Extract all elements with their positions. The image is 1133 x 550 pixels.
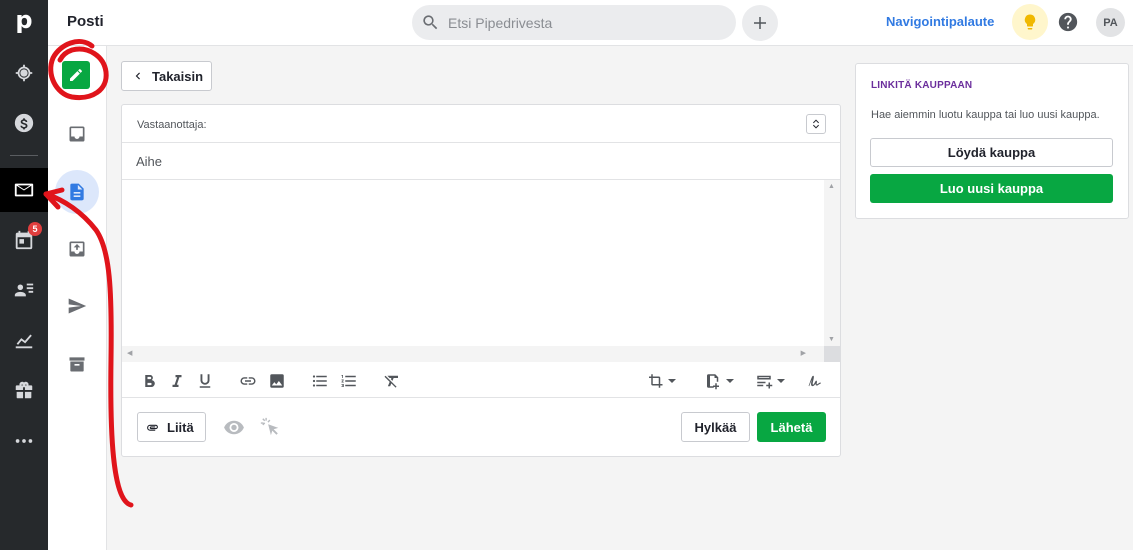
page-title: Posti — [67, 13, 104, 30]
subject-input[interactable] — [136, 143, 816, 179]
template-dropdown[interactable] — [646, 371, 677, 391]
create-deal-button[interactable]: Luo uusi kauppa — [870, 174, 1113, 203]
bulb-button[interactable] — [1012, 4, 1048, 40]
cursor-click-icon — [260, 417, 279, 436]
drafts-icon[interactable] — [55, 170, 99, 214]
paperclip-icon — [147, 424, 158, 431]
link-to-deal-panel: LINKITÄ KAUPPAAN Hae aiemmin luotu kaupp… — [855, 63, 1129, 219]
lightbulb-icon — [1024, 14, 1036, 30]
help-button[interactable] — [1056, 10, 1080, 34]
avatar[interactable]: PA — [1096, 8, 1125, 37]
calendar-icon[interactable]: 5 — [0, 218, 48, 262]
compose-button[interactable] — [62, 61, 90, 89]
formatting-toolbar — [122, 362, 840, 398]
eye-icon — [224, 420, 244, 435]
quick-add-button[interactable] — [742, 5, 778, 41]
products-icon[interactable] — [0, 368, 48, 412]
deal-panel-description: Hae aiemmin luotu kauppa tai luo uusi ka… — [871, 109, 1100, 121]
chevron-down-icon — [726, 379, 734, 383]
subject-row — [122, 143, 840, 180]
plus-icon — [754, 17, 766, 29]
mail-icon[interactable] — [0, 168, 48, 212]
scroll-down-icon[interactable]: ▼ — [828, 336, 835, 343]
main-nav: p 5 — [0, 0, 48, 550]
vertical-scrollbar[interactable]: ▲ ▼ — [824, 180, 840, 346]
sent-icon[interactable] — [55, 284, 99, 328]
discard-button[interactable]: Hylkää — [681, 412, 750, 442]
insert-field-icon — [757, 375, 773, 389]
chevron-left-icon — [135, 72, 140, 80]
send-button[interactable]: Lähetä — [757, 412, 826, 442]
signature-icon[interactable] — [806, 371, 824, 391]
document-dropdown[interactable] — [704, 371, 735, 391]
link-icon[interactable] — [239, 371, 257, 391]
deal-panel-title: LINKITÄ KAUPPAAN — [871, 80, 973, 91]
attach-button[interactable]: Liitä — [137, 412, 206, 442]
back-label: Takaisin — [152, 68, 204, 84]
find-deal-button[interactable]: Löydä kauppa — [870, 138, 1113, 167]
archive-icon[interactable] — [55, 342, 99, 386]
chart-icon[interactable] — [0, 318, 48, 362]
horizontal-scrollbar[interactable]: ◀ ▶ — [122, 346, 824, 362]
message-body[interactable] — [122, 180, 824, 346]
italic-icon[interactable] — [168, 371, 186, 391]
open-tracking-toggle[interactable] — [223, 418, 245, 439]
template-icon — [649, 374, 663, 388]
inbox-icon[interactable] — [55, 112, 99, 156]
calendar-badge: 5 — [28, 222, 42, 236]
cc-bcc-toggle[interactable] — [806, 114, 826, 134]
scrollbar-corner — [824, 346, 840, 362]
chevron-down-icon — [777, 379, 785, 383]
numbered-list-icon[interactable] — [340, 371, 358, 391]
pipedrive-logo[interactable]: p — [0, 0, 48, 40]
more-icon[interactable] — [0, 419, 48, 463]
search-bar[interactable] — [412, 5, 736, 40]
target-icon[interactable] — [0, 51, 48, 95]
underline-icon[interactable] — [196, 371, 214, 391]
outbox-icon[interactable] — [55, 227, 99, 271]
scroll-left-icon[interactable]: ◀ — [127, 349, 132, 357]
contacts-icon[interactable] — [0, 268, 48, 312]
help-icon — [1058, 12, 1078, 32]
back-button[interactable]: Takaisin — [121, 61, 212, 91]
mail-sidebar — [48, 46, 107, 550]
chevron-up-down-icon — [813, 119, 819, 129]
chevron-down-icon — [668, 379, 676, 383]
pencil-icon — [70, 69, 82, 81]
dollar-icon[interactable] — [0, 101, 48, 145]
attach-label: Liitä — [167, 419, 194, 435]
mail-composer: Vastaanottaja: ▲ ▼ ◀ ▶ — [121, 104, 841, 457]
bullet-list-icon[interactable] — [311, 371, 329, 391]
bold-icon[interactable] — [140, 371, 158, 391]
link-tracking-toggle[interactable] — [259, 416, 281, 441]
recipient-row[interactable]: Vastaanottaja: — [122, 105, 840, 143]
search-icon — [423, 15, 438, 30]
navigation-feedback-link[interactable]: Navigointipalaute — [886, 14, 994, 29]
field-dropdown[interactable] — [755, 371, 786, 391]
nav-divider — [10, 155, 38, 156]
top-bar: Posti Navigointipalaute PA — [48, 0, 1133, 46]
composer-footer: Liitä Hylkää Lähetä — [122, 398, 840, 456]
scroll-right-icon[interactable]: ▶ — [801, 349, 806, 357]
image-icon[interactable] — [268, 371, 286, 391]
search-input[interactable] — [448, 5, 728, 40]
recipient-label: Vastaanottaja: — [137, 119, 207, 131]
scroll-up-icon[interactable]: ▲ — [828, 183, 835, 190]
document-icon — [707, 374, 719, 390]
clear-format-icon[interactable] — [383, 371, 401, 391]
